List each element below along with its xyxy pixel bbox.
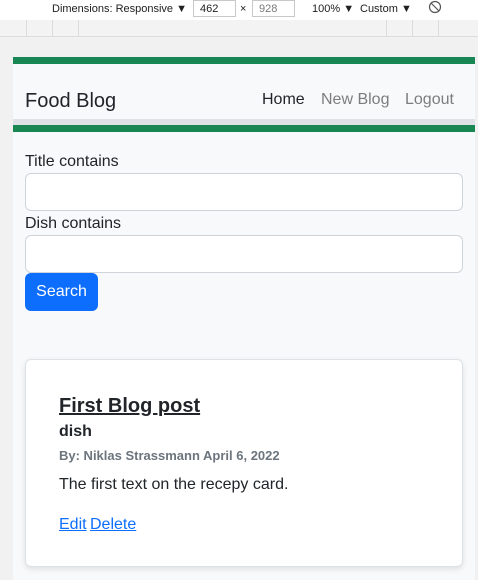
nav-new-blog-link[interactable]: New Blog	[321, 91, 389, 109]
rotate-icon[interactable]	[428, 0, 442, 17]
post-delete-link[interactable]: Delete	[90, 516, 136, 534]
blog-post-card: First Blog post dish By: Niklas Strassma…	[25, 359, 463, 567]
post-edit-link[interactable]: Edit	[59, 516, 87, 534]
devtools-toolbar: Dimensions: Responsive ▼ 462 × 928 100% …	[0, 0, 478, 21]
title-filter-label: Title contains	[25, 153, 119, 170]
nav-logout-link[interactable]: Logout	[405, 91, 454, 109]
zoom-dropdown[interactable]: 100% ▼	[312, 3, 354, 15]
viewport-width-input[interactable]: 462	[193, 0, 236, 17]
dimensions-dropdown[interactable]: Dimensions: Responsive ▼	[52, 3, 187, 15]
header-accent-bottom	[13, 125, 475, 132]
post-dish: dish	[59, 423, 92, 440]
media-query-ruler	[0, 20, 478, 37]
header-accent-top	[13, 57, 475, 64]
dimension-separator: ×	[240, 3, 247, 15]
post-title-link[interactable]: First Blog post	[59, 395, 200, 418]
nav-home-link[interactable]: Home	[262, 91, 305, 109]
throttle-dropdown[interactable]: Custom ▼	[360, 3, 412, 15]
brand-link[interactable]: Food Blog	[25, 90, 116, 113]
dish-filter-input[interactable]	[25, 235, 463, 273]
viewport-height-input[interactable]: 928	[252, 0, 295, 17]
page-viewport: Food Blog Home New Blog Logout Title con…	[13, 57, 475, 580]
post-meta: By: Niklas Strassmann April 6, 2022	[59, 448, 280, 463]
dish-filter-label: Dish contains	[25, 215, 122, 232]
title-filter-input[interactable]	[25, 173, 463, 211]
search-button[interactable]: Search	[25, 273, 98, 311]
post-text: The first text on the recepy card.	[59, 476, 289, 493]
navbar: Food Blog Home New Blog Logout	[13, 64, 475, 119]
